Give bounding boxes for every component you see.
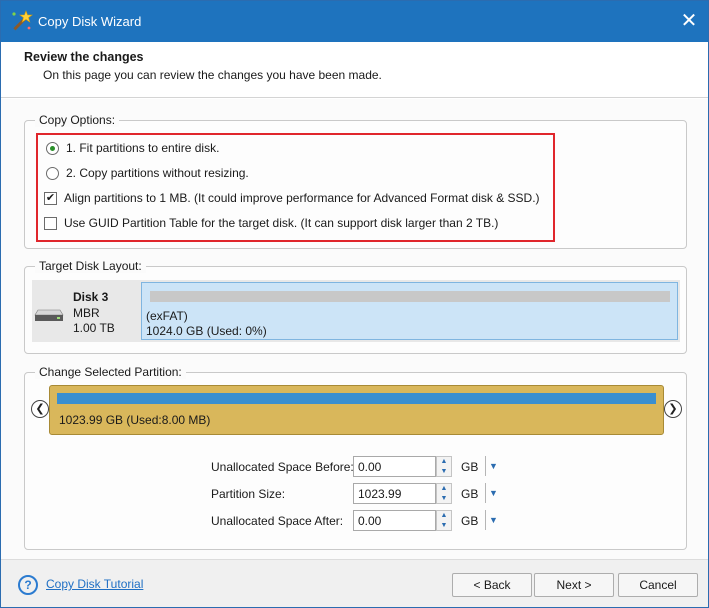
unit-divider	[485, 456, 486, 476]
option-copy-without-resizing[interactable]: 2. Copy partitions without resizing.	[46, 164, 249, 182]
title-bar: Copy Disk Wizard ✕	[1, 1, 708, 42]
page-subtitle: On this page you can review the changes …	[43, 68, 382, 82]
checkbox-align-1mb[interactable]: ✔	[44, 191, 57, 205]
selected-partition-info: 1023.99 GB (Used:8.00 MB)	[59, 413, 211, 427]
partition-usage-bar	[150, 291, 670, 302]
copy-disk-tutorial-link[interactable]: Copy Disk Tutorial	[46, 577, 143, 591]
unit-divider	[485, 510, 486, 530]
option-fit-partitions-label: 1. Fit partitions to entire disk.	[66, 141, 220, 155]
radio-copy-without-resizing[interactable]	[46, 166, 59, 180]
spin-up-icon[interactable]: ▲	[437, 511, 451, 521]
change-partition-label: Change Selected Partition:	[35, 365, 186, 379]
radio-fit-partitions[interactable]	[46, 141, 59, 155]
page-header: Review the changes On this page you can …	[1, 42, 708, 98]
unallocated-before-spinner[interactable]: ▲ ▼	[436, 456, 452, 477]
option-fit-partitions[interactable]: 1. Fit partitions to entire disk.	[46, 139, 219, 157]
page-title: Review the changes	[24, 50, 144, 64]
unallocated-before-label: Unallocated Space Before:	[211, 460, 354, 474]
back-button[interactable]: < Back	[452, 573, 532, 597]
target-disk-panel[interactable]: Disk 3 MBR 1.00 TB (exFAT) 1024.0 GB (Us…	[32, 280, 680, 342]
unallocated-after-input[interactable]: 0.00	[353, 510, 436, 531]
option-align-1mb[interactable]: ✔ Align partitions to 1 MB. (It could im…	[44, 189, 540, 207]
hard-disk-icon	[34, 309, 64, 321]
unallocated-after-unit: GB	[461, 514, 479, 528]
selected-partition-block[interactable]: 1023.99 GB (Used:8.00 MB)	[49, 385, 664, 435]
unallocated-after-label: Unallocated Space After:	[211, 514, 344, 528]
cancel-button[interactable]: Cancel	[618, 573, 698, 597]
partition-size-spinner[interactable]: ▲ ▼	[436, 483, 452, 504]
unallocated-before-input[interactable]: 0.00	[353, 456, 436, 477]
wizard-wand-icon	[12, 10, 33, 31]
option-use-gpt[interactable]: Use GUID Partition Table for the target …	[44, 214, 498, 232]
spin-down-icon[interactable]: ▼	[437, 494, 451, 504]
previous-partition-button[interactable]: ❮	[31, 400, 49, 418]
selected-partition-usage-bar[interactable]	[57, 393, 656, 404]
spin-up-icon[interactable]: ▲	[437, 457, 451, 467]
option-copy-without-resizing-label: 2. Copy partitions without resizing.	[66, 166, 249, 180]
close-button[interactable]: ✕	[676, 8, 702, 34]
disk-name: Disk 3	[73, 290, 109, 304]
window-title: Copy Disk Wizard	[38, 14, 142, 29]
help-icon[interactable]: ?	[18, 575, 38, 595]
copy-options-label: Copy Options:	[35, 113, 120, 127]
disk-size: 1.00 TB	[73, 321, 115, 335]
unallocated-before-unit: GB	[461, 460, 479, 474]
checkbox-use-gpt[interactable]	[44, 216, 57, 230]
spin-down-icon[interactable]: ▼	[437, 467, 451, 477]
copy-disk-wizard-window: Copy Disk Wizard ✕ Review the changes On…	[0, 0, 709, 608]
unallocated-after-spinner[interactable]: ▲ ▼	[436, 510, 452, 531]
spin-down-icon[interactable]: ▼	[437, 521, 451, 531]
partition-filesystem: (exFAT)	[146, 309, 188, 323]
wizard-footer: ? Copy Disk Tutorial < Back Next > Cance…	[1, 559, 708, 607]
unit-dropdown-icon[interactable]: ▼	[489, 488, 501, 500]
partition-size-label: Partition Size:	[211, 487, 286, 501]
option-use-gpt-label: Use GUID Partition Table for the target …	[64, 216, 499, 230]
target-disk-layout-label: Target Disk Layout:	[35, 259, 146, 273]
spin-up-icon[interactable]: ▲	[437, 484, 451, 494]
unit-dropdown-icon[interactable]: ▼	[489, 515, 501, 527]
disk-type: MBR	[73, 306, 100, 320]
unit-dropdown-icon[interactable]: ▼	[489, 461, 501, 473]
partition-info: 1024.0 GB (Used: 0%)	[146, 324, 267, 338]
option-align-1mb-label: Align partitions to 1 MB. (It could impr…	[64, 191, 540, 205]
partition-size-input[interactable]: 1023.99	[353, 483, 436, 504]
unit-divider	[485, 483, 486, 503]
target-partition[interactable]: (exFAT) 1024.0 GB (Used: 0%)	[141, 282, 678, 340]
next-partition-button[interactable]: ❯	[664, 400, 682, 418]
next-button[interactable]: Next >	[534, 573, 614, 597]
partition-size-unit: GB	[461, 487, 479, 501]
